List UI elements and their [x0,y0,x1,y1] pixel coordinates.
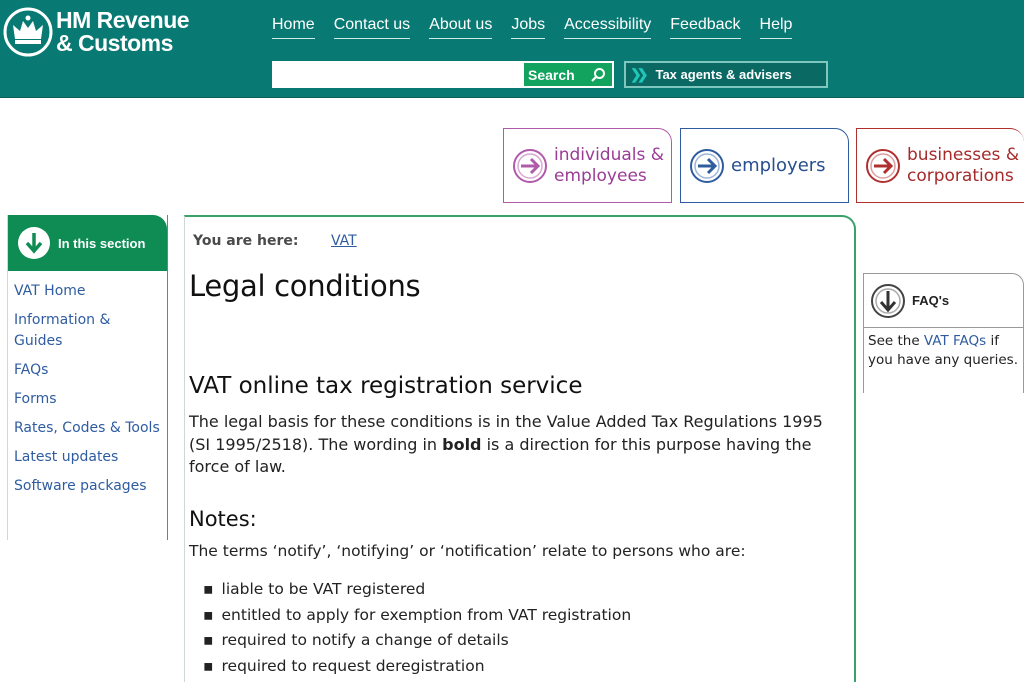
logo-line2: & Customs [56,30,173,56]
faq-box: FAQ's See the VAT FAQs if you have any q… [863,273,1024,393]
search-bar: Search [272,61,614,88]
page-title: Legal conditions [189,269,421,303]
search-button[interactable]: Search [522,61,614,88]
audience-tab-individuals[interactable]: individuals & employees [503,128,672,203]
list-item: required to request deregistration [203,654,631,680]
nav-link-faqs[interactable]: FAQs [14,362,48,378]
nav-accessibility[interactable]: Accessibility [564,16,652,39]
list-item: Software packages [14,475,162,496]
list-item: VAT Home [14,280,162,301]
audience-individuals-line1: individuals & [554,144,665,165]
nav-contact-us[interactable]: Contact us [333,16,411,39]
list-item: Forms [14,388,162,409]
arrow-right-icon [866,148,900,183]
audience-tab-employers[interactable]: employers [680,128,849,203]
breadcrumb-label: You are here: [193,233,299,249]
list-item: required to notify a change of details [203,628,631,654]
audience-individuals-label: individuals & employees [554,145,664,187]
nav-jobs[interactable]: Jobs [511,16,546,39]
faq-text: See the VAT FAQs if you have any queries… [864,328,1023,370]
section-nav-title: In this section [58,235,146,251]
nav-feedback[interactable]: Feedback [670,16,741,39]
list-item: liable to be VAT registered [203,577,631,603]
notes-list: liable to be VAT registered entitled to … [203,577,632,680]
audience-employers-label: employers [731,155,826,176]
section-title: VAT online tax registration service [189,373,583,399]
nav-link-forms[interactable]: Forms [14,391,57,407]
list-item: Latest updates [14,446,162,467]
logo-text: HM Revenue & Customs [56,7,190,56]
list-item: Rates, Codes & Tools [14,417,162,438]
nav-link-software-packages[interactable]: Software packages [14,478,147,494]
search-icon [591,67,605,82]
search-button-label: Search [528,66,575,83]
notes-intro: The terms ‘notify’, ‘notifying’ or ‘noti… [189,542,746,560]
faq-header: FAQ's [864,274,1023,328]
nav-about-us[interactable]: About us [429,16,493,39]
nav-link-rates-codes-tools[interactable]: Rates, Codes & Tools [14,420,160,436]
audience-businesses-line1: businesses & [907,144,1020,165]
audience-tab-businesses[interactable]: businesses & corporations [856,128,1024,203]
list-item: entitled to apply for exemption from VAT… [203,603,632,629]
arrow-down-icon [18,227,50,259]
tax-agents-label: Tax agents & advisers [655,67,792,82]
crown-icon [3,7,53,57]
tax-agents-button[interactable]: ❯❯ Tax agents & advisers [624,61,828,88]
section-nav: In this section VAT Home Information & G… [7,215,168,540]
nav-link-information-guides[interactable]: Information & Guides [14,312,110,349]
double-chevron-icon: ❯❯ [630,66,649,82]
main-content: You are here: VAT Legal conditions VAT o… [184,215,856,682]
top-nav: Home Contact us About us Jobs Accessibil… [272,16,811,39]
intro-paragraph: The legal basis for these conditions is … [189,411,829,479]
section-nav-list: VAT Home Information & Guides FAQs Forms… [8,271,167,496]
arrow-down-icon [871,283,905,318]
nav-home[interactable]: Home [272,16,315,39]
intro-bold-word: bold [442,434,482,454]
list-item: FAQs [14,359,162,380]
breadcrumb: You are here: VAT [193,233,357,249]
logo-line1: HM Revenue [56,7,190,33]
arrow-right-icon [513,148,547,183]
audience-businesses-label: businesses & corporations [907,145,1019,187]
breadcrumb-link-vat[interactable]: VAT [331,233,357,249]
faq-text-start: See the [868,333,924,349]
nav-help[interactable]: Help [759,16,793,39]
faq-title: FAQ's [912,293,950,308]
notes-heading: Notes: [189,507,257,531]
section-nav-header: In this section [8,215,167,271]
audience-businesses-line2: corporations [907,165,1014,186]
search-input[interactable] [272,61,522,88]
hmrc-logo[interactable]: HM Revenue & Customs [0,6,190,58]
list-item: Information & Guides [14,309,162,351]
nav-link-latest-updates[interactable]: Latest updates [14,449,118,465]
arrow-right-icon [690,148,724,183]
site-header: HM Revenue & Customs Home Contact us Abo… [0,0,1024,98]
audience-individuals-line2: employees [554,165,647,186]
faq-link[interactable]: VAT FAQs [924,333,986,349]
nav-link-vat-home[interactable]: VAT Home [14,283,86,299]
